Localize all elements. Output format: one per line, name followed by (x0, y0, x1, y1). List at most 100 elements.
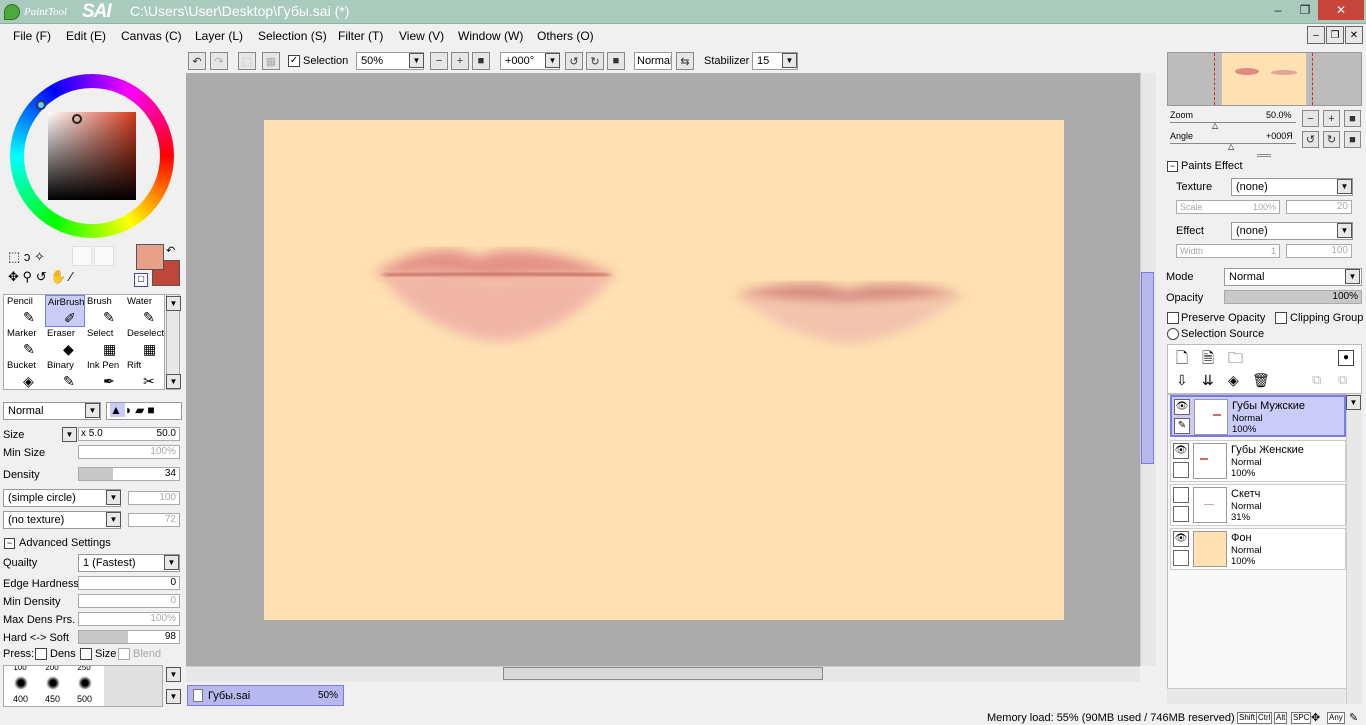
new-layer-icon[interactable]: 🗋 (1176, 348, 1188, 373)
rect-select-icon[interactable]: ⬚ (8, 249, 20, 264)
visibility-eye-icon[interactable]: 👁 (1173, 443, 1189, 459)
layer-row[interactable]: Скетч Normal 31% (1170, 484, 1346, 526)
nav-zoom-slider-thumb-icon[interactable]: △ (1212, 121, 1218, 130)
size-preset-label[interactable]: 250 (77, 666, 90, 672)
pe-scale-slider[interactable]: Scale 100% (1176, 200, 1280, 214)
zoom-reset-icon[interactable]: ■ (472, 52, 490, 70)
mdi-close-icon[interactable]: ✕ (1345, 26, 1363, 44)
layer-pen-icon[interactable] (1173, 506, 1189, 522)
brush-shape-triangle-icon[interactable]: ▲ (110, 403, 125, 417)
menu-edit[interactable]: Edit (E) (66, 29, 106, 43)
menu-window[interactable]: Window (W) (458, 29, 523, 43)
min-density-slider[interactable]: 0 (78, 594, 180, 608)
brush-dot-icon[interactable] (14, 676, 28, 690)
clear-layer-icon[interactable]: ◈ (1228, 372, 1239, 389)
zoom-dropdown-icon[interactable] (409, 53, 424, 68)
swap-colors-icon[interactable]: ↶ (166, 244, 175, 257)
tools-scroll-down-icon[interactable] (166, 374, 181, 389)
rotate-right-icon[interactable]: ↻ (586, 52, 604, 70)
redo-icon[interactable]: ↷ (210, 52, 228, 70)
press-blend-checkbox[interactable] (118, 648, 130, 660)
menu-file[interactable]: File (F) (13, 29, 51, 43)
visibility-eye-icon[interactable]: 👁 (1174, 399, 1190, 415)
layer-pen-icon[interactable]: ✎ (1174, 418, 1190, 434)
new-folder-icon[interactable]: 🗀 (1228, 348, 1243, 373)
brush-shape-dome-icon[interactable]: ◗ (125, 403, 135, 417)
panel-splitter[interactable] (1257, 154, 1271, 157)
pe-effect-select[interactable]: (none) (1231, 222, 1353, 240)
tool-marker[interactable]: Marker ✎ (5, 327, 45, 359)
nav-zoom-out-icon[interactable]: − (1302, 110, 1319, 127)
brush-shape-select[interactable]: (simple circle) (3, 489, 121, 507)
layer-row[interactable]: 👁 Губы Женские Normal 100% (1170, 440, 1346, 482)
selection-checkbox[interactable]: ✓ (288, 55, 300, 67)
transfer-down-icon[interactable]: ⇩ (1176, 372, 1188, 389)
delete-layer-icon[interactable]: 🗑 (1252, 372, 1270, 389)
tool-airbrush[interactable]: AirBrush ✐ (45, 295, 85, 327)
press-size-checkbox[interactable] (80, 648, 92, 660)
nav-angle-slider-thumb-icon[interactable]: △ (1228, 142, 1234, 151)
visibility-eye-icon[interactable] (1173, 487, 1189, 503)
brush-shape-square-icon[interactable]: ■ (147, 403, 157, 417)
saturation-value-square[interactable] (48, 112, 136, 200)
brush-dot-icon[interactable] (78, 676, 92, 690)
collapse-paints-effect-icon[interactable]: − (1167, 161, 1178, 172)
presets-scroll-down-icon[interactable] (166, 689, 181, 704)
brush-shape-dropdown-icon[interactable] (106, 490, 121, 505)
canvas-horizontal-thumb[interactable] (503, 667, 823, 680)
nav-zoom-in-icon[interactable]: + (1323, 110, 1340, 127)
pe-effect-dropdown-icon[interactable] (1337, 223, 1352, 238)
nav-rotate-right-icon[interactable]: ↻ (1323, 131, 1340, 148)
navigator-preview[interactable] (1167, 52, 1362, 106)
collapse-advanced-icon[interactable]: − (4, 538, 15, 549)
menu-layer[interactable]: Layer (L) (195, 29, 243, 43)
tool-select[interactable]: Select ▦ (85, 327, 125, 359)
undo-icon[interactable]: ↶ (188, 52, 206, 70)
tool-ink-pen[interactable]: Ink Pen ✒ (85, 359, 125, 391)
zoom-in-icon[interactable]: + (451, 52, 469, 70)
rotation-dropdown-icon[interactable] (545, 53, 560, 68)
layer-mode-dropdown-icon[interactable] (1345, 269, 1360, 284)
maximize-button[interactable]: ❐ (1292, 0, 1318, 20)
tool-bucket[interactable]: Bucket ◈ (5, 359, 45, 391)
max-dens-slider[interactable]: 100% (78, 612, 180, 626)
shape-strength-slider[interactable]: 100 (128, 491, 180, 505)
close-button[interactable]: ✕ (1318, 0, 1364, 20)
zoom-tool-icon[interactable]: ⚲ (23, 269, 33, 284)
tool-eraser[interactable]: Eraser ◆ (45, 327, 85, 359)
brush-texture-select[interactable]: (no texture) (3, 511, 121, 529)
zoom-out-icon[interactable]: − (430, 52, 448, 70)
menu-others[interactable]: Others (O) (537, 29, 594, 43)
pe-texture-dropdown-icon[interactable] (1337, 179, 1352, 194)
rotate-tool-icon[interactable]: ↺ (36, 269, 47, 284)
layer-scroll-up-icon[interactable] (1346, 395, 1361, 410)
edge-hardness-slider[interactable]: 0 (78, 576, 180, 590)
layer-list-hscrollbar[interactable] (1167, 688, 1346, 704)
layer-mode-select[interactable]: Normal (1224, 268, 1362, 286)
delete-mask-icon[interactable]: ⧉ (1338, 372, 1347, 388)
minimize-button[interactable]: – (1264, 0, 1292, 20)
lasso-icon[interactable]: ↄ (24, 249, 31, 264)
flip-canvas-icon[interactable]: ⇆ (676, 52, 694, 70)
pe-texture-select[interactable]: (none) (1231, 178, 1353, 196)
mdi-restore-icon[interactable]: ❐ (1326, 26, 1344, 44)
brush-dot-icon[interactable] (46, 676, 60, 690)
pe-width-slider[interactable]: Width 1 (1176, 244, 1280, 258)
texture-strength-slider[interactable]: 72 (128, 513, 180, 527)
presets-scroll-up-icon[interactable] (166, 667, 181, 682)
brush-texture-dropdown-icon[interactable] (106, 512, 121, 527)
layer-pen-icon[interactable] (1173, 550, 1189, 566)
apply-mask-icon[interactable]: ⧉ (1312, 372, 1321, 388)
menu-filter[interactable]: Filter (T) (338, 29, 383, 43)
layer-mask-icon[interactable]: ● (1338, 350, 1354, 366)
size-slider[interactable]: x 5.0 50.0 (78, 427, 180, 441)
clipping-group-checkbox[interactable] (1275, 312, 1287, 324)
layer-pen-icon[interactable] (1173, 462, 1189, 478)
nav-rotate-reset-icon[interactable]: ■ (1344, 131, 1361, 148)
menu-selection[interactable]: Selection (S) (258, 29, 327, 43)
deselect-toolbar-icon[interactable]: ⬚ (238, 52, 256, 70)
move-icon[interactable]: ✥ (8, 269, 19, 284)
preserve-opacity-checkbox[interactable] (1167, 312, 1179, 324)
min-size-slider[interactable]: 100% (78, 445, 180, 459)
rotate-reset-icon[interactable]: ■ (607, 52, 625, 70)
